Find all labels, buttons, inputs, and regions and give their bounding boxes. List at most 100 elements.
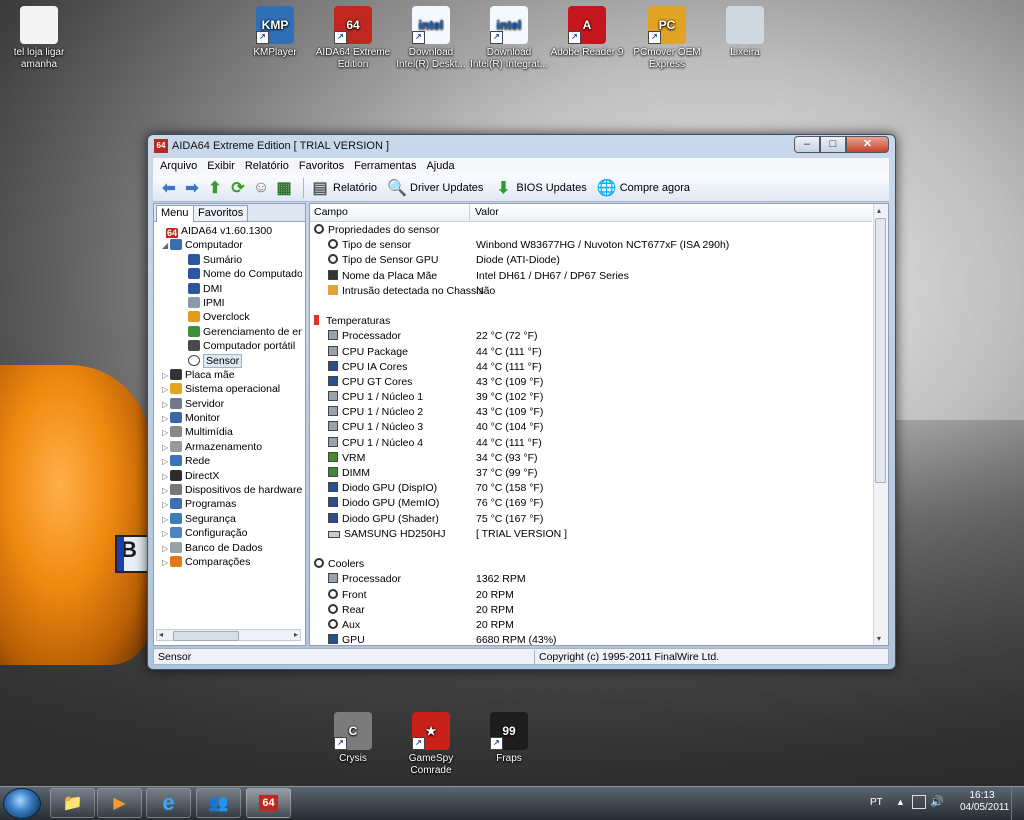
sensor-row[interactable]: CPU IA Cores 44 °C (111 °F) bbox=[314, 360, 870, 375]
tree-item[interactable]: Computador portátil bbox=[156, 339, 302, 353]
expand-toggle-icon[interactable]: ◢ bbox=[162, 239, 170, 252]
sensor-row[interactable]: CPU GT Cores 43 °C (109 °F) bbox=[314, 375, 870, 390]
tree-item[interactable]: ▷ DirectX bbox=[156, 469, 302, 483]
desktop-icon[interactable]: Lixeira bbox=[706, 6, 784, 59]
tree-item[interactable]: ▷ Rede bbox=[156, 454, 302, 468]
sensor-row[interactable]: Tipo de sensor Winbond W83677HG / Nuvoton… bbox=[314, 238, 870, 253]
expand-toggle-icon[interactable]: ▷ bbox=[162, 426, 170, 439]
tree-item[interactable]: ▷ Multimídia bbox=[156, 425, 302, 439]
taskbar-users-button[interactable]: 👥 bbox=[196, 788, 241, 818]
column-campo[interactable]: Campo bbox=[314, 206, 348, 218]
expand-toggle-icon[interactable]: ▷ bbox=[162, 455, 170, 468]
tree-item[interactable]: ▷ Comparações bbox=[156, 555, 302, 569]
sensor-row[interactable]: Processador 22 °C (72 °F) bbox=[314, 329, 870, 344]
details-vertical-scrollbar[interactable]: ▴ ▾ bbox=[873, 204, 888, 645]
back-arrow-icon[interactable]: ⬅ bbox=[159, 178, 179, 198]
sensor-row[interactable]: SAMSUNG HD250HJ [ TRIAL VERSION ] bbox=[314, 527, 870, 542]
show-desktop-button[interactable] bbox=[1011, 787, 1024, 820]
sensor-row[interactable]: Aux 20 RPM bbox=[314, 618, 870, 633]
sensor-row[interactable]: GPU 6680 RPM (43%) bbox=[314, 633, 870, 645]
sensor-row[interactable]: CPU Package 44 °C (111 °F) bbox=[314, 345, 870, 360]
expand-toggle-icon[interactable]: ▷ bbox=[162, 412, 170, 425]
tab-favoritos[interactable]: Favoritos bbox=[193, 205, 249, 221]
desktop-icon[interactable]: C ↗ Crysis bbox=[314, 712, 392, 765]
tree-horizontal-scrollbar[interactable]: ◂ ▸ bbox=[156, 629, 301, 641]
column-valor[interactable]: Valor bbox=[475, 206, 499, 218]
tree-item[interactable]: ▷ Armazenamento bbox=[156, 440, 302, 454]
taskbar-explorer-button[interactable]: 📁 bbox=[50, 788, 95, 818]
tree-item[interactable]: ▷ Placa mãe bbox=[156, 368, 302, 382]
expand-toggle-icon[interactable]: ▷ bbox=[162, 556, 170, 569]
tree-item[interactable]: ▷ Servidor bbox=[156, 397, 302, 411]
scroll-down-arrow-icon[interactable]: ▾ bbox=[877, 634, 881, 643]
menu-favoritos[interactable]: Favoritos bbox=[295, 158, 348, 175]
desktop-icon[interactable]: A ↗ Adobe Reader 9 bbox=[548, 6, 626, 59]
sensor-row[interactable]: Diodo GPU (Shader) 75 °C (167 °F) bbox=[314, 512, 870, 527]
expand-toggle-icon[interactable]: ▷ bbox=[162, 470, 170, 483]
scroll-up-arrow-icon[interactable]: ▴ bbox=[877, 206, 881, 215]
tree-item[interactable]: Overclock bbox=[156, 310, 302, 324]
driver-updates-button[interactable]: 🔍 Driver Updates bbox=[387, 178, 483, 198]
column-divider[interactable] bbox=[469, 204, 470, 221]
expand-toggle-icon[interactable]: ▷ bbox=[162, 513, 170, 526]
tree-item[interactable]: ▷ Segurança bbox=[156, 512, 302, 526]
sensor-row[interactable]: Rear 20 RPM bbox=[314, 603, 870, 618]
tree-item[interactable]: Sensor bbox=[156, 353, 302, 368]
tab-menu[interactable]: Menu bbox=[156, 205, 194, 222]
tree-item[interactable]: ▷ Banco de Dados bbox=[156, 541, 302, 555]
maximize-button[interactable]: □ bbox=[820, 136, 846, 153]
taskbar-aida64-button[interactable]: 64 bbox=[246, 788, 291, 818]
taskbar-internet-explorer-button[interactable]: e bbox=[146, 788, 191, 818]
buy-now-button[interactable]: 🌐 Compre agora bbox=[597, 178, 690, 198]
close-button[interactable]: ✕ bbox=[846, 136, 889, 153]
menu-exibir[interactable]: Exibir bbox=[203, 158, 239, 175]
tree-item[interactable]: ▷ Sistema operacional bbox=[156, 382, 302, 396]
sensor-group-row[interactable]: Coolers bbox=[314, 557, 870, 572]
expand-toggle-icon[interactable]: ▷ bbox=[162, 527, 170, 540]
aida64-window[interactable]: 64 AIDA64 Extreme Edition [ TRIAL VERSIO… bbox=[147, 134, 896, 670]
sensor-row[interactable]: Tipo de Sensor GPU Diode (ATI-Diode) bbox=[314, 253, 870, 268]
tree-scroll-thumb[interactable] bbox=[173, 631, 239, 641]
menu-ferramentas[interactable]: Ferramentas bbox=[350, 158, 420, 175]
tree-item[interactable]: 64 AIDA64 v1.60.1300 bbox=[156, 224, 302, 239]
tree-item[interactable]: ▷ Configuração bbox=[156, 526, 302, 540]
tree-item[interactable]: Sumário bbox=[156, 253, 302, 267]
menu-arquivo[interactable]: Arquivo bbox=[156, 158, 201, 175]
expand-toggle-icon[interactable]: ▷ bbox=[162, 441, 170, 454]
up-arrow-icon[interactable]: ⬆ bbox=[205, 178, 225, 198]
sensor-group-row[interactable]: Propriedades do sensor bbox=[314, 223, 870, 238]
tray-expand-arrow-icon[interactable]: ▲ bbox=[896, 797, 905, 807]
tree-item[interactable]: ▷ Programas bbox=[156, 497, 302, 511]
expand-toggle-icon[interactable]: ▷ bbox=[162, 484, 170, 497]
language-indicator[interactable]: PT bbox=[870, 797, 883, 808]
sensor-row[interactable]: Processador 1362 RPM bbox=[314, 572, 870, 587]
details-scroll-thumb[interactable] bbox=[875, 218, 886, 483]
sensor-row[interactable]: CPU 1 / Núcleo 2 43 °C (109 °F) bbox=[314, 405, 870, 420]
sensor-group-row[interactable]: Temperaturas bbox=[314, 314, 870, 329]
forward-arrow-icon[interactable]: ➡ bbox=[182, 178, 202, 198]
aida64-app-icon[interactable]: 64 bbox=[154, 139, 168, 153]
refresh-icon[interactable]: ⟳ bbox=[228, 178, 248, 198]
minimize-button[interactable]: – bbox=[794, 136, 820, 153]
clock[interactable]: 16:13 04/05/2011 bbox=[960, 790, 1009, 814]
expand-toggle-icon[interactable]: ▷ bbox=[162, 498, 170, 511]
menu-ajuda[interactable]: Ajuda bbox=[422, 158, 458, 175]
desktop-icon[interactable]: tel loja ligar amanha bbox=[0, 6, 78, 71]
tree-item[interactable]: ▷ Dispositivos de hardware bbox=[156, 483, 302, 497]
report-button[interactable]: ▤ Relatório bbox=[310, 178, 377, 198]
sensor-row[interactable]: Intrusão detectada no Chassis Não bbox=[314, 284, 870, 299]
expand-toggle-icon[interactable]: ▷ bbox=[162, 383, 170, 396]
tree-item[interactable]: IPMI bbox=[156, 296, 302, 310]
title-bar[interactable]: 64 AIDA64 Extreme Edition [ TRIAL VERSIO… bbox=[148, 135, 895, 157]
sensor-row[interactable]: Diodo GPU (DispIO) 70 °C (158 °F) bbox=[314, 481, 870, 496]
bios-updates-button[interactable]: ⬇ BIOS Updates bbox=[493, 178, 587, 198]
sensor-row[interactable]: CPU 1 / Núcleo 1 39 °C (102 °F) bbox=[314, 390, 870, 405]
sensor-row[interactable]: Diodo GPU (MemIO) 76 °C (169 °F) bbox=[314, 496, 870, 511]
sensor-row[interactable]: VRM 34 °C (93 °F) bbox=[314, 451, 870, 466]
start-button[interactable] bbox=[3, 788, 41, 819]
desktop-icon[interactable]: KMP ↗ KMPlayer bbox=[236, 6, 314, 59]
tree-item[interactable]: Gerenciamento de energia bbox=[156, 325, 302, 339]
sensor-row[interactable]: Nome da Placa Mãe Intel DH61 / DH67 / DP6… bbox=[314, 269, 870, 284]
sensor-row[interactable]: Front 20 RPM bbox=[314, 588, 870, 603]
chart-icon[interactable]: ▦ bbox=[274, 178, 294, 198]
